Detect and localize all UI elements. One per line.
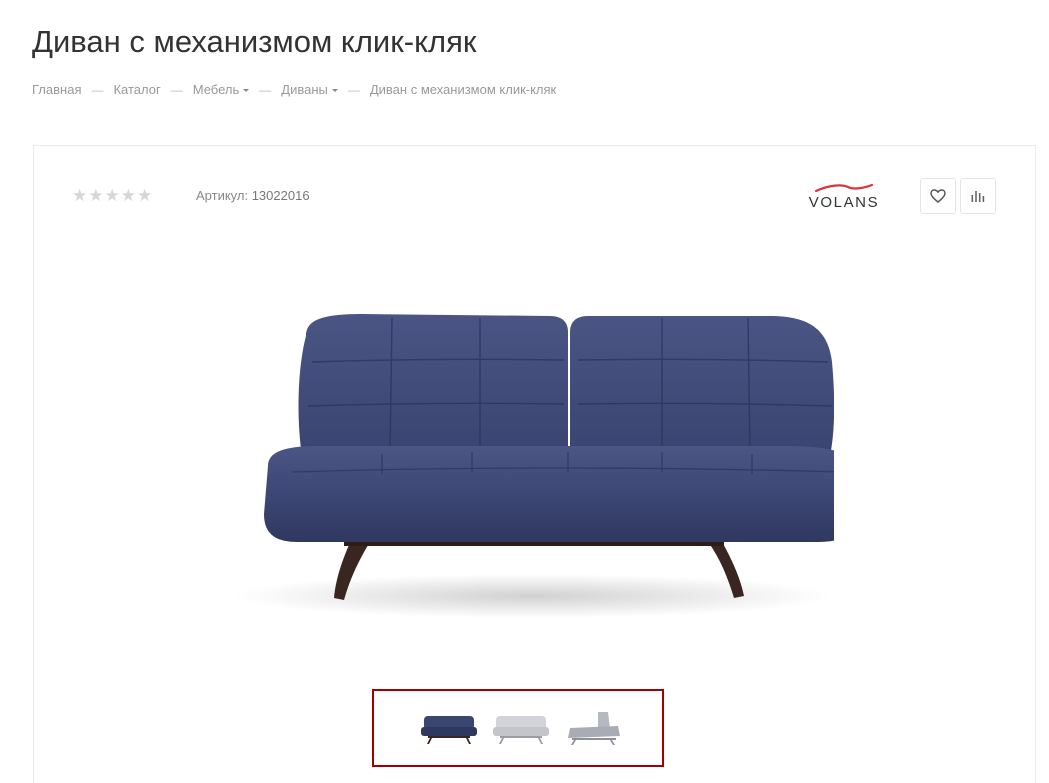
sku-value: 13022016	[251, 188, 310, 203]
thumbnail-strip	[372, 689, 664, 767]
star-icon[interactable]: ★	[137, 186, 152, 206]
breadcrumb-sofas[interactable]: Диваны	[281, 82, 338, 97]
breadcrumb: Главная — Каталог — Мебель — Диваны — Ди…	[32, 82, 556, 97]
bar-chart-icon	[971, 191, 985, 202]
sofa-thumbnail-icon	[493, 716, 549, 744]
breadcrumb-home[interactable]: Главная	[32, 82, 81, 97]
star-icon[interactable]: ★	[105, 186, 120, 206]
sku-label: Артикул:	[196, 188, 249, 203]
page-title: Диван с механизмом клик-кляк	[32, 24, 477, 59]
product-card: ★ ★ ★ ★ ★ Артикул: 13022016 VOLANS	[33, 145, 1036, 783]
breadcrumb-current: Диван с механизмом клик-кляк	[369, 82, 557, 97]
sofa-thumbnail-icon	[421, 716, 477, 744]
sofa-thumbnail-icon	[568, 712, 620, 745]
product-main-image[interactable]	[232, 306, 858, 626]
rating-stars[interactable]: ★ ★ ★ ★ ★	[72, 186, 152, 206]
thumbnail-navy-sofa[interactable]	[418, 708, 480, 748]
compare-button[interactable]	[960, 178, 996, 214]
caret-down-icon	[243, 88, 250, 92]
caret-down-icon	[331, 88, 338, 92]
thumbnail-reclined-sofa[interactable]	[562, 708, 624, 748]
breadcrumb-furniture[interactable]: Мебель	[193, 82, 250, 97]
breadcrumb-separator: —	[259, 82, 272, 97]
star-icon[interactable]: ★	[121, 186, 136, 206]
brand-swoosh-icon	[814, 183, 874, 193]
breadcrumb-separator: —	[91, 82, 104, 97]
breadcrumb-separator: —	[170, 82, 183, 97]
breadcrumb-catalog[interactable]: Каталог	[113, 82, 160, 97]
star-icon[interactable]: ★	[88, 186, 103, 206]
breadcrumb-separator: —	[347, 82, 360, 97]
brand-logo[interactable]: VOLANS	[804, 182, 884, 212]
heart-icon	[930, 189, 946, 203]
product-sku: Артикул: 13022016	[196, 188, 310, 203]
thumbnail-gray-sofa[interactable]	[490, 708, 552, 748]
brand-name: VOLANS	[808, 194, 880, 211]
star-icon[interactable]: ★	[72, 186, 87, 206]
wishlist-button[interactable]	[920, 178, 956, 214]
sofa-image	[232, 314, 858, 618]
